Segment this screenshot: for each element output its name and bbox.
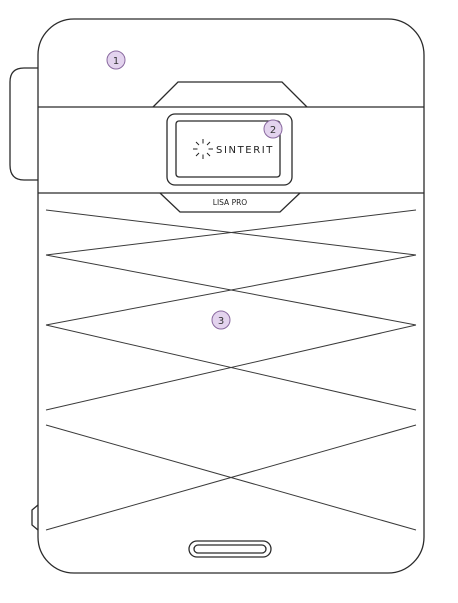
callout-1: 1	[106, 50, 126, 70]
callout-1-label: 1	[113, 56, 119, 67]
callout-2-label: 2	[270, 125, 276, 136]
display-housing-top	[152, 81, 308, 108]
chamber-crosshatch	[45, 209, 417, 531]
callout-2: 2	[263, 119, 283, 139]
callout-3-label: 3	[218, 316, 224, 327]
model-label: LISA PRO	[213, 198, 248, 207]
brand-label: SINTERIT	[216, 145, 274, 156]
printer-diagram: SINTERIT LISA PRO 1 2 3	[9, 18, 425, 574]
printer-body	[37, 18, 425, 574]
bottom-handle-inner	[193, 544, 267, 554]
side-handle	[9, 67, 38, 181]
bottom-handle-outer[interactable]	[188, 540, 272, 558]
sinterit-logo-icon	[193, 139, 213, 159]
callout-3: 3	[211, 310, 231, 330]
side-latch	[31, 504, 39, 531]
